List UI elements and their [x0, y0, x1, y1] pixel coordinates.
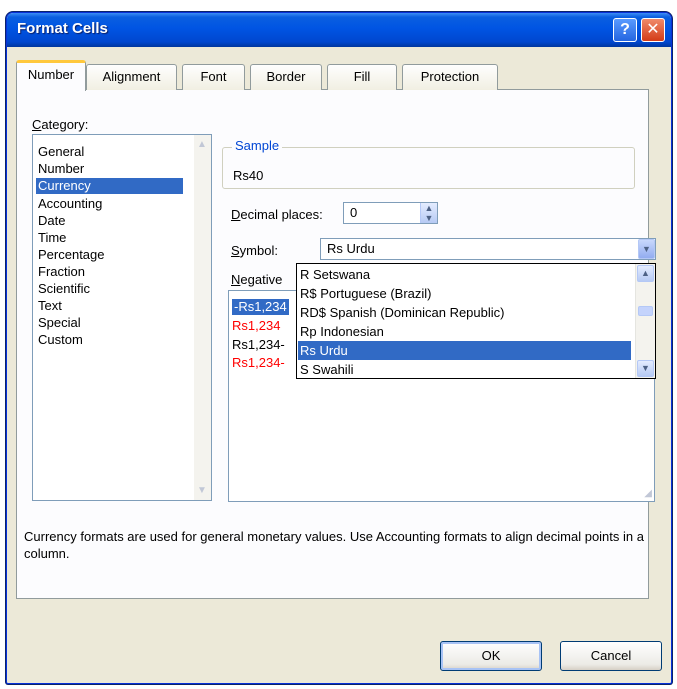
category-label: Category:	[32, 117, 89, 132]
negative-format-item-selected[interactable]: -Rs1,234	[232, 299, 289, 315]
symbol-option[interactable]: RD$ Spanish (Dominican Republic)	[298, 303, 631, 322]
ok-button[interactable]: OK	[440, 641, 542, 671]
negative-format-item[interactable]: Rs1,234	[232, 318, 280, 334]
chevron-down-icon[interactable]: ▼	[638, 239, 655, 259]
category-item[interactable]: Fraction	[36, 264, 183, 280]
resize-grip-icon: ◢	[644, 488, 652, 499]
symbol-option[interactable]: S Swahili	[298, 360, 631, 379]
decimal-places-label: Decimal places:	[231, 207, 323, 222]
symbol-option[interactable]: Rp Indonesian	[298, 322, 631, 341]
category-item-selected[interactable]: Currency	[36, 178, 183, 194]
negative-format-item[interactable]: Rs1,234-	[232, 355, 285, 371]
category-item[interactable]: Special	[36, 315, 183, 331]
category-item[interactable]: Custom	[36, 332, 183, 348]
symbol-list-scrollbar[interactable]: ▲ ▼	[635, 264, 655, 378]
category-item[interactable]: Text	[36, 298, 183, 314]
symbol-option[interactable]: R$ Portuguese (Brazil)	[298, 284, 631, 303]
title-bar[interactable]: Format Cells ? ✕	[7, 13, 671, 47]
scroll-down-icon[interactable]: ▼	[197, 485, 207, 496]
category-item[interactable]: Number	[36, 161, 183, 177]
spin-up-icon[interactable]: ▲	[421, 203, 437, 213]
sample-group	[222, 147, 635, 189]
close-button[interactable]: ✕	[641, 18, 665, 42]
tab-number[interactable]: Number	[16, 60, 86, 91]
spin-down-icon[interactable]: ▼	[421, 213, 437, 223]
category-list[interactable]: General Number Currency Accounting Date …	[32, 134, 212, 501]
tab-protection[interactable]: Protection	[402, 64, 498, 90]
tab-strip: Number Alignment Font Border Fill Protec…	[16, 60, 536, 91]
symbol-label: Symbol:	[231, 243, 278, 258]
sample-value: Rs40	[233, 168, 264, 183]
scroll-down-icon[interactable]: ▼	[637, 360, 654, 377]
symbol-value: Rs Urdu	[327, 241, 375, 256]
dialog-title: Format Cells	[17, 20, 108, 37]
negative-format-item[interactable]: Rs1,234-	[232, 337, 285, 353]
category-item[interactable]: Accounting	[36, 196, 183, 212]
decimal-places-spinner[interactable]: 0 ▲ ▼	[343, 202, 438, 224]
tab-font[interactable]: Font	[182, 64, 245, 90]
tab-alignment[interactable]: Alignment	[86, 64, 177, 90]
symbol-option[interactable]: R Setswana	[298, 265, 631, 284]
tab-fill[interactable]: Fill	[327, 64, 397, 90]
category-item[interactable]: General	[36, 144, 183, 160]
cancel-button[interactable]: Cancel	[560, 641, 662, 671]
symbol-dropdown-list[interactable]: R Setswana R$ Portuguese (Brazil) RD$ Sp…	[296, 263, 656, 379]
category-scrollbar[interactable]: ▲ ▼	[194, 135, 211, 500]
scroll-up-icon[interactable]: ▲	[197, 139, 207, 150]
category-item[interactable]: Scientific	[36, 281, 183, 297]
sample-label: Sample	[232, 138, 283, 153]
scroll-thumb[interactable]	[638, 306, 653, 316]
spin-buttons[interactable]: ▲ ▼	[420, 203, 437, 223]
scroll-up-icon[interactable]: ▲	[637, 265, 654, 282]
help-button[interactable]: ?	[613, 18, 637, 42]
tab-border[interactable]: Border	[250, 64, 322, 90]
category-description: Currency formats are used for general mo…	[24, 529, 644, 561]
category-item[interactable]: Date	[36, 213, 183, 229]
decimal-places-value[interactable]: 0	[350, 205, 357, 220]
symbol-option-selected[interactable]: Rs Urdu	[298, 341, 631, 360]
category-item[interactable]: Percentage	[36, 247, 183, 263]
negative-numbers-label: Negative	[231, 272, 283, 287]
category-item[interactable]: Time	[36, 230, 183, 246]
symbol-dropdown[interactable]: Rs Urdu ▼	[320, 238, 656, 260]
